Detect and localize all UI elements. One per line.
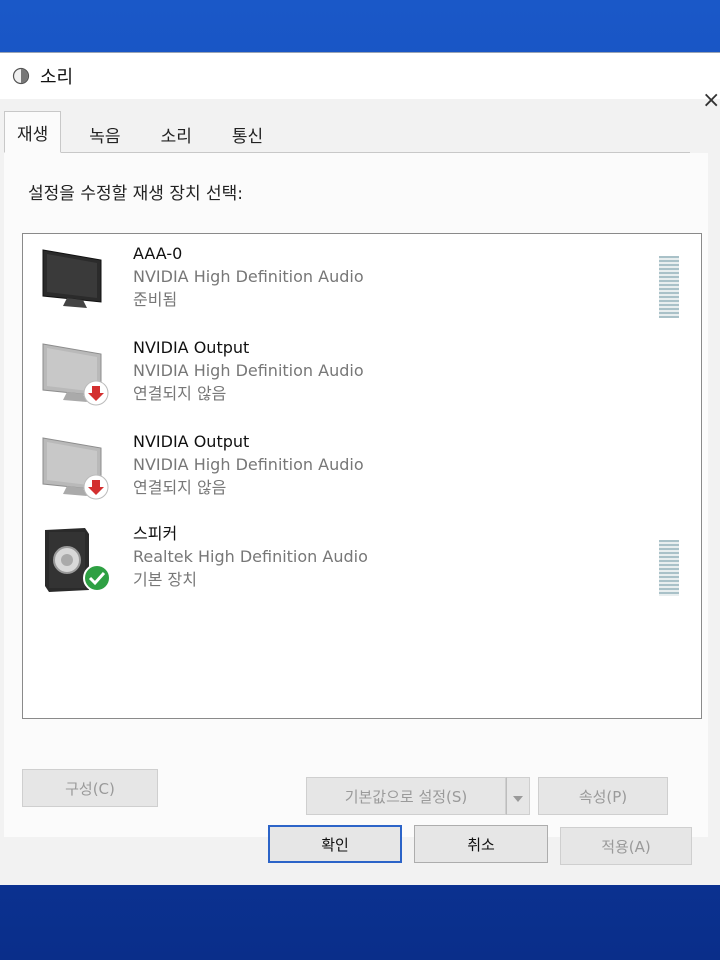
device-driver: NVIDIA High Definition Audio — [133, 267, 364, 286]
ok-button[interactable]: 확인 — [268, 825, 402, 863]
list-item[interactable]: AAA-0 NVIDIA High Definition Audio 준비됨 — [23, 240, 701, 332]
device-name: NVIDIA Output — [133, 338, 250, 357]
list-item[interactable]: NVIDIA Output NVIDIA High Definition Aud… — [23, 334, 701, 426]
default-check-icon — [83, 564, 111, 596]
window-title: 소리 — [40, 67, 74, 88]
chevron-down-icon — [513, 787, 523, 806]
device-status: 기본 장치 — [133, 570, 197, 589]
device-driver: NVIDIA High Definition Audio — [133, 361, 364, 380]
list-item[interactable]: NVIDIA Output NVIDIA High Definition Aud… — [23, 428, 701, 520]
device-status: 준비됨 — [133, 290, 178, 309]
device-status: 연결되지 않음 — [133, 384, 227, 403]
volume-level-meter — [659, 540, 679, 596]
device-list[interactable]: AAA-0 NVIDIA High Definition Audio 준비됨 N… — [22, 233, 702, 719]
close-button[interactable]: × — [702, 87, 720, 115]
device-name: 스피커 — [133, 524, 178, 543]
properties-button[interactable]: 속성(P) — [538, 777, 668, 815]
disconnected-icon — [83, 474, 109, 504]
device-name: NVIDIA Output — [133, 432, 250, 451]
set-default-button[interactable]: 기본값으로 설정(S) — [306, 777, 506, 815]
speaker-app-icon — [12, 67, 30, 85]
tab-communications[interactable]: 통신 — [220, 116, 275, 152]
tab-bar: 재생 녹음 소리 통신 — [4, 111, 690, 153]
tab-recording[interactable]: 녹음 — [77, 116, 132, 152]
instruction-label: 설정을 수정할 재생 장치 선택: — [28, 184, 244, 204]
set-default-dropdown[interactable] — [506, 777, 530, 815]
title-bar: 소리 — [0, 53, 720, 99]
playback-panel: 설정을 수정할 재생 장치 선택: AAA-0 NVIDIA High Defi… — [4, 153, 708, 837]
configure-button[interactable]: 구성(C) — [22, 769, 158, 807]
sound-dialog: 소리 × 재생 녹음 소리 통신 설정을 수정할 재생 장치 선택: AAA-0 — [0, 52, 720, 885]
device-driver: NVIDIA High Definition Audio — [133, 455, 364, 474]
apply-button[interactable]: 적용(A) — [560, 827, 692, 865]
monitor-icon — [39, 246, 109, 316]
device-status: 연결되지 않음 — [133, 478, 227, 497]
cancel-button[interactable]: 취소 — [414, 825, 548, 863]
list-item[interactable]: 스피커 Realtek High Definition Audio 기본 장치 — [23, 520, 701, 612]
device-driver: Realtek High Definition Audio — [133, 547, 368, 566]
volume-level-meter — [659, 256, 679, 318]
disconnected-icon — [83, 380, 109, 410]
tab-sounds[interactable]: 소리 — [149, 116, 204, 152]
tab-playback[interactable]: 재생 — [4, 111, 62, 153]
device-name: AAA-0 — [133, 244, 183, 263]
